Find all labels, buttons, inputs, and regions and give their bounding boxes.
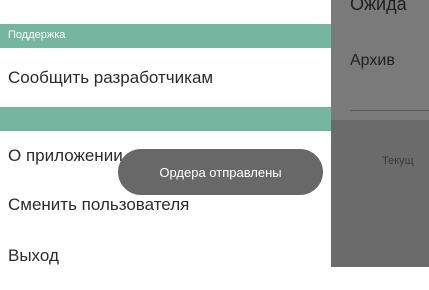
section-divider [0, 107, 331, 131]
toast-message: Ордера отправлены [159, 164, 282, 180]
background-archive-label: Архив [350, 52, 395, 69]
background-current-label: Текущ [382, 155, 414, 167]
background-divider [350, 110, 429, 111]
menu-item-report-developers[interactable]: Сообщить разработчикам [0, 56, 331, 104]
menu-item-label: О приложении [8, 146, 123, 165]
menu-item-switch-user[interactable]: Сменить пользователя [0, 190, 331, 238]
toast-notification: Ордера отправлены [118, 149, 323, 195]
section-title: Поддержка [8, 29, 66, 41]
navigation-drawer: Поддержка Сообщить разработчикам О прило… [0, 0, 331, 267]
background-pending-label: Ожида [350, 0, 407, 14]
menu-item-label: Выход [8, 246, 59, 265]
menu-item-exit[interactable]: Выход [0, 242, 331, 290]
menu-item-label: Сообщить разработчикам [8, 68, 214, 87]
support-section-header: Поддержка [0, 24, 331, 48]
menu-item-label: Сменить пользователя [8, 195, 190, 214]
